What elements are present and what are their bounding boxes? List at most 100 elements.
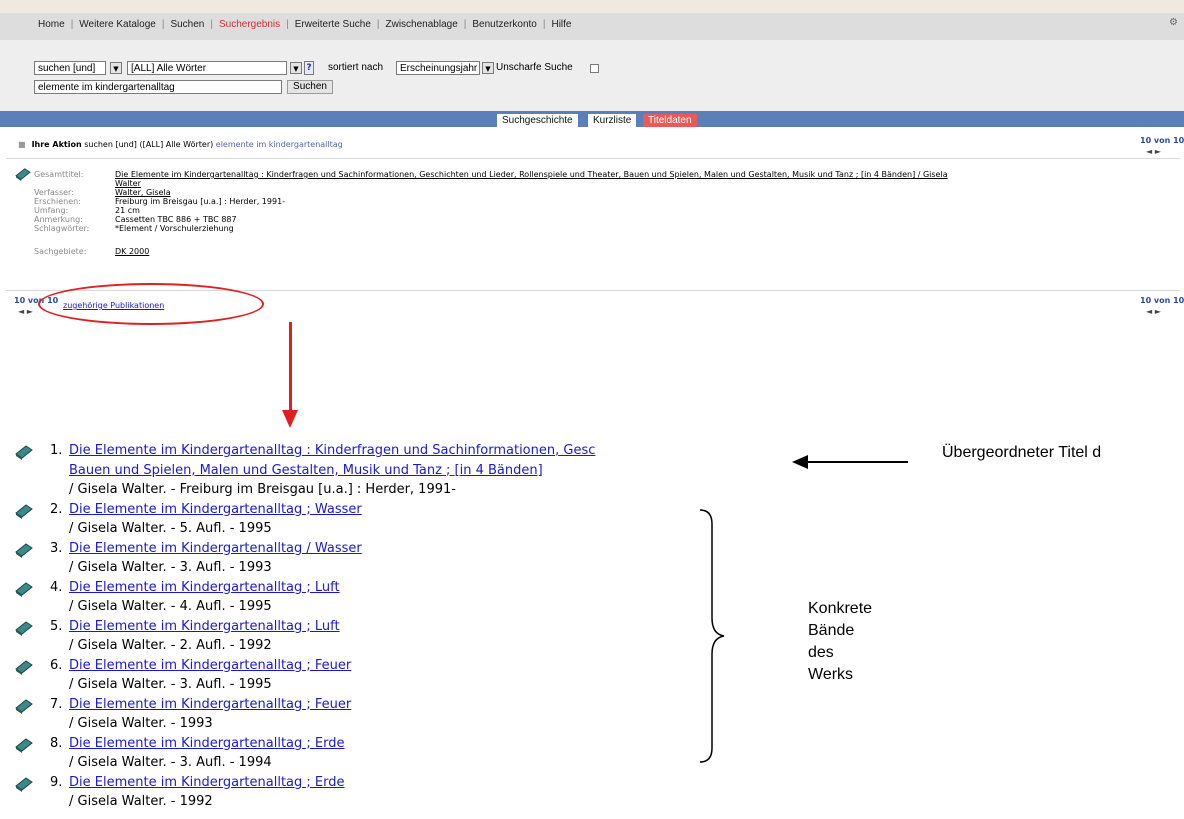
list-item-title-link-cont[interactable]: Bauen und Spielen, Malen und Gestalten, …: [69, 463, 543, 478]
pager-top: 10 von 10: [1140, 136, 1184, 145]
menu-item-benutzerkonto[interactable]: Benutzerkonto: [472, 19, 537, 30]
list-item-details: / Gisela Walter. - 1992: [69, 794, 213, 809]
book-icon: [15, 445, 33, 460]
red-arrow-shaft: [289, 322, 292, 412]
list-item-title-link[interactable]: Die Elemente im Kindergartenalltag ; Luf…: [69, 619, 340, 634]
list-item-title-link[interactable]: Die Elemente im Kindergartenalltag ; Erd…: [69, 736, 344, 751]
umfang-value: 21 cm: [115, 206, 140, 215]
book-icon: [15, 542, 33, 558]
book-icon: [15, 168, 31, 181]
gesamttitel-label: Gesamttitel:: [34, 170, 84, 179]
operator-dropdown-icon[interactable]: ▼: [110, 62, 122, 74]
list-item-number: 1.: [50, 443, 63, 458]
gesamttitel-link[interactable]: Die Elemente im Kindergartenalltag : Kin…: [115, 170, 948, 179]
book-icon: [15, 776, 33, 792]
gesamttitel-link-cont[interactable]: Walter: [115, 179, 141, 188]
operator-select[interactable]: suchen [und]: [34, 61, 106, 75]
list-item-number: 5.: [50, 618, 63, 634]
menu-item-hilfe[interactable]: Hilfe: [551, 19, 571, 30]
volumes-annotation-line: Bände: [808, 622, 855, 639]
list-item-title-link[interactable]: Die Elemente im Kindergartenalltag : Kin…: [69, 443, 595, 458]
action-label: Ihre Aktion: [31, 140, 82, 149]
fuzzy-search-label: Unscharfe Suche: [496, 62, 573, 73]
parent-title-annotation: Übergeordneter Titel d: [942, 444, 1102, 461]
list-item-details: / Gisela Walter. - 1993: [69, 716, 213, 731]
search-input[interactable]: elemente im kindergartenalltag: [34, 80, 282, 94]
volumes-annotation-line: des: [808, 644, 834, 661]
left-arrow-icon: [792, 455, 908, 469]
list-item-number: 2.: [50, 501, 63, 517]
menu-item-suchen[interactable]: Suchen: [170, 19, 204, 30]
book-icon: [15, 659, 33, 675]
red-arrow-head: [282, 410, 298, 428]
pager-top-arrows[interactable]: ◄ ►: [1146, 147, 1161, 156]
sort-dropdown-icon[interactable]: ▼: [482, 62, 494, 74]
tab-suchgeschichte[interactable]: Suchgeschichte: [497, 114, 578, 127]
help-icon[interactable]: ?: [304, 61, 314, 75]
list-item-title-link[interactable]: Die Elemente im Kindergartenalltag ; Feu…: [69, 658, 351, 673]
tab-kurzliste[interactable]: Kurzliste: [588, 114, 637, 127]
field-select[interactable]: [ALL] Alle Wörter: [127, 61, 287, 75]
list-item-details: / Gisela Walter. - 3. Aufl. - 1993: [69, 560, 272, 575]
list-item-details: / Gisela Walter. - 2. Aufl. - 1992: [69, 638, 272, 653]
list-item-number: 8.: [50, 735, 63, 751]
erschienen-value: Freiburg im Breisgau [u.a.] : Herder, 19…: [115, 197, 286, 206]
sort-select[interactable]: Erscheinungsjahr: [396, 61, 480, 75]
highlight-ellipse: [38, 283, 264, 325]
list-item-title-link[interactable]: Die Elemente im Kindergartenalltag ; Erd…: [69, 775, 344, 790]
volumes-annotation-line: Konkrete: [808, 600, 873, 617]
book-icon: [15, 737, 33, 753]
sachgebiete-label: Sachgebiete:: [34, 247, 87, 256]
schlagwoerter-label: Schlagwörter:: [34, 224, 90, 233]
menu-item-weitere-kataloge[interactable]: Weitere Kataloge: [79, 19, 156, 30]
schlagwoerter-value[interactable]: *Element / Vorschulerziehung: [115, 224, 234, 233]
verfasser-label: Verfasser:: [34, 188, 74, 197]
list-item-details: / Gisela Walter. - 5. Aufl. - 1995: [69, 521, 272, 536]
brace-icon: [699, 509, 725, 763]
menu-item-erweiterte-suche[interactable]: Erweiterte Suche: [295, 19, 371, 30]
book-icon: [15, 581, 33, 597]
list-item-details: / Gisela Walter. - Freiburg im Breisgau …: [69, 482, 456, 497]
list-item-number: 6.: [50, 657, 63, 673]
fuzzy-search-checkbox[interactable]: [590, 64, 599, 73]
anmerkung-label: Anmerkung:: [34, 215, 83, 224]
pager-bottom-left-arrows[interactable]: ◄ ►: [18, 307, 33, 316]
pager-bottom-right-arrows[interactable]: ◄ ►: [1146, 307, 1161, 316]
sachgebiete-link[interactable]: DK 2000: [115, 247, 149, 256]
menu-item-home[interactable]: Home: [38, 19, 65, 30]
list-item-title-link[interactable]: Die Elemente im Kindergartenalltag ; Luf…: [69, 580, 340, 595]
action-query: elemente im kindergartenalltag: [215, 140, 343, 149]
volumes-annotation-line: Werks: [808, 666, 854, 683]
search-panel: suchen [und] ▼ [ALL] Alle Wörter ▼ ? sor…: [0, 40, 1184, 111]
list-item-details: / Gisela Walter. - 4. Aufl. - 1995: [69, 599, 272, 614]
settings-icon[interactable]: ⚙: [1169, 17, 1178, 28]
action-text: suchen [und] ([ALL] Alle Wörter): [84, 140, 214, 149]
list-item-title-link[interactable]: Die Elemente im Kindergartenalltag ; Feu…: [69, 697, 351, 712]
menu-item-zwischenablage[interactable]: Zwischenablage: [386, 19, 458, 30]
book-icon: [15, 698, 33, 714]
list-item-details: / Gisela Walter. - 3. Aufl. - 1995: [69, 677, 272, 692]
search-button[interactable]: Suchen: [287, 80, 333, 94]
main-menu-bar: Home | Weitere Kataloge | Suchen | Suchergebni…: [0, 13, 1184, 40]
list-item-number: 4.: [50, 579, 63, 595]
book-icon: [15, 503, 33, 519]
divider: [6, 158, 1180, 159]
erschienen-label: Erschienen:: [34, 197, 81, 206]
menu-item-suchergebnis[interactable]: Suchergebnis: [219, 19, 280, 30]
book-icon: [15, 620, 33, 636]
anmerkung-value: Cassetten TBC 886 + TBC 887: [115, 215, 237, 224]
volumes-annotation: Konkrete Bände des Werks: [808, 598, 872, 686]
sorted-by-label: sortiert nach: [328, 62, 384, 73]
field-dropdown-icon[interactable]: ▼: [290, 62, 302, 74]
browser-top-strip: [0, 0, 1184, 13]
umfang-label: Umfang:: [34, 206, 69, 215]
list-item-details: / Gisela Walter. - 3. Aufl. - 1994: [69, 755, 272, 770]
list-item-title-link[interactable]: Die Elemente im Kindergartenalltag ; Was…: [69, 502, 362, 517]
tab-titeldaten[interactable]: Titeldaten: [643, 114, 697, 127]
list-item-number: 3.: [50, 540, 63, 556]
list-item-number: 7.: [50, 696, 63, 712]
pager-bottom-right: 10 von 10: [1140, 296, 1184, 305]
list-item-title-link[interactable]: Die Elemente im Kindergartenalltag / Was…: [69, 541, 362, 556]
verfasser-link[interactable]: Walter, Gisela: [115, 188, 171, 197]
list-item-number: 9.: [50, 774, 63, 790]
